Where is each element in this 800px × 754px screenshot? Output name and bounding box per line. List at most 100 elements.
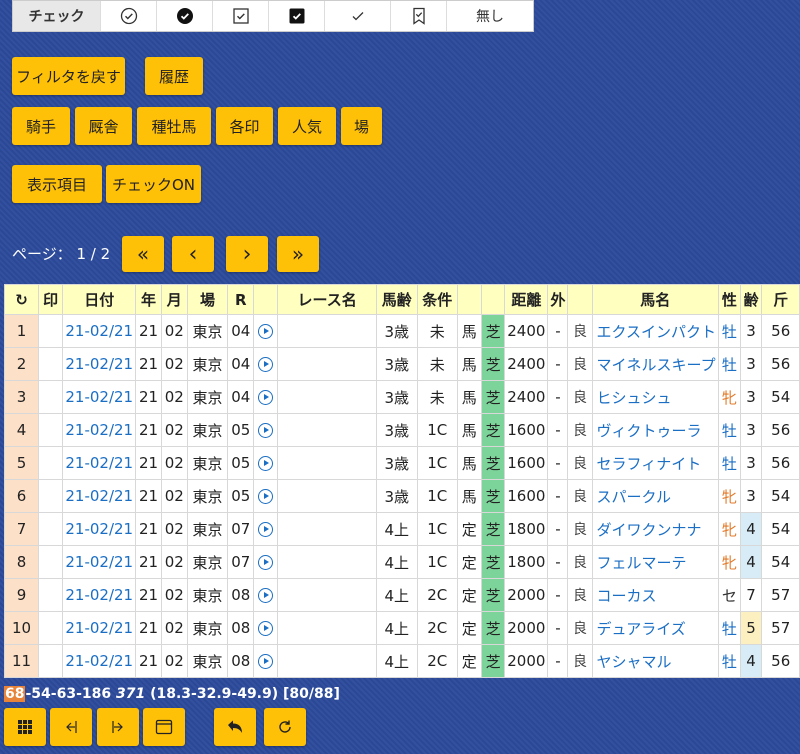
filled-square-check-icon[interactable]: [269, 1, 325, 31]
header-venue[interactable]: 場: [186, 284, 229, 315]
row-mark[interactable]: [38, 479, 64, 513]
row-date-link[interactable]: 21-02/21: [62, 578, 137, 612]
play-button[interactable]: [253, 611, 279, 645]
history-button[interactable]: 履歴: [145, 57, 203, 95]
check-filter-none[interactable]: 無し: [447, 1, 533, 31]
jockey-button[interactable]: 騎手: [12, 107, 70, 145]
row-date-link[interactable]: 21-02/21: [62, 446, 137, 480]
row-mark[interactable]: [38, 512, 64, 546]
header-mark[interactable]: 印: [38, 284, 64, 315]
row-date-link[interactable]: 21-02/21: [62, 611, 137, 645]
row-horse-link[interactable]: コーカス: [591, 578, 720, 612]
row-mark[interactable]: [38, 314, 64, 348]
play-button[interactable]: [253, 347, 279, 381]
row-mark[interactable]: [38, 413, 64, 447]
refresh-column-icon[interactable]: ↻: [4, 284, 40, 315]
play-button[interactable]: [253, 512, 279, 546]
table-row[interactable]: 6 21-02/21 21 02 東京 05 3歳 1C 馬芝 1600- 良スパークル牝 3 54: [4, 479, 800, 513]
check-on-button[interactable]: チェックON: [106, 165, 201, 203]
row-mark[interactable]: [38, 446, 64, 480]
row-horse-link[interactable]: エクスインパクト: [591, 314, 720, 348]
header-race[interactable]: R: [227, 284, 255, 315]
header-sex[interactable]: 性: [718, 284, 741, 315]
square-check-icon[interactable]: [213, 1, 269, 31]
table-row[interactable]: 8 21-02/21 21 02 東京 07 4上 1C 定芝 1800- 良フェルマーテ牝 4 54: [4, 545, 800, 579]
last-page-button[interactable]: »: [277, 236, 319, 272]
sire-button[interactable]: 種牡馬: [137, 107, 211, 145]
play-button[interactable]: [253, 446, 279, 480]
header-year[interactable]: 年: [135, 284, 162, 315]
row-mark[interactable]: [38, 611, 64, 645]
table-row[interactable]: 3 21-02/21 21 02 東京 04 3歳未馬芝 2400- 良ヒシュシュ牝 3 54: [4, 380, 800, 414]
row-horse-link[interactable]: ヤシャマル: [591, 644, 720, 678]
play-button[interactable]: [253, 545, 279, 579]
table-row[interactable]: 11 21-02/21 21 02 東京 08 4上 2C 定芝 2000- 良ヤシャマル牡 4 56: [4, 644, 800, 678]
table-row[interactable]: 5 21-02/21 21 02 東京 05 3歳 1C 馬芝 1600- 良セラフィナイト牡 3 56: [4, 446, 800, 480]
row-date-link[interactable]: 21-02/21: [62, 512, 137, 546]
display-items-button[interactable]: 表示項目: [12, 165, 102, 203]
header-weight[interactable]: 斤: [761, 284, 800, 315]
header-outer[interactable]: 外: [547, 284, 569, 315]
play-button[interactable]: [253, 314, 279, 348]
row-horse-link[interactable]: ヴィクトゥーラ: [591, 413, 720, 447]
row-date-link[interactable]: 21-02/21: [62, 314, 137, 348]
row-date-link[interactable]: 21-02/21: [62, 413, 137, 447]
play-button[interactable]: [253, 413, 279, 447]
row-date-link[interactable]: 21-02/21: [62, 644, 137, 678]
row-horse-link[interactable]: ダイワクンナナ: [591, 512, 720, 546]
header-month[interactable]: 月: [160, 284, 188, 315]
table-row[interactable]: 1 21-02/21 21 02 東京 04 3歳未馬芝 2400- 良エクスインパクト牡 3 56: [4, 314, 800, 348]
check-filter-label[interactable]: チェック: [13, 1, 101, 31]
play-button[interactable]: [253, 578, 279, 612]
venue-button[interactable]: 場: [341, 107, 382, 145]
back-button[interactable]: [214, 708, 256, 746]
play-button[interactable]: [253, 380, 279, 414]
header-date[interactable]: 日付: [62, 284, 137, 315]
header-age-condition[interactable]: 馬齢: [375, 284, 418, 315]
race-table-container[interactable]: ↻ 印 日付 年 月 場 R レース名 馬齢 条件 距離 外 馬名 性 齢 斤: [4, 284, 800, 678]
bookmark-check-icon[interactable]: [391, 1, 447, 31]
header-horse[interactable]: 馬名: [591, 284, 720, 315]
window-button[interactable]: [143, 708, 185, 746]
grid-button[interactable]: [4, 708, 46, 746]
row-date-link[interactable]: 21-02/21: [62, 347, 137, 381]
collapse-left-button[interactable]: [50, 708, 92, 746]
expand-right-button[interactable]: [97, 708, 139, 746]
row-horse-link[interactable]: フェルマーテ: [591, 545, 720, 579]
row-date-link[interactable]: 21-02/21: [62, 479, 137, 513]
row-horse-link[interactable]: スパークル: [591, 479, 720, 513]
header-age[interactable]: 齢: [739, 284, 763, 315]
prev-page-button[interactable]: ‹: [172, 236, 214, 272]
marks-button[interactable]: 各印: [216, 107, 273, 145]
row-horse-link[interactable]: セラフィナイト: [591, 446, 720, 480]
row-date-link[interactable]: 21-02/21: [62, 545, 137, 579]
table-row[interactable]: 2 21-02/21 21 02 東京 04 3歳未馬芝 2400- 良マイネルスキープ牡 3 56: [4, 347, 800, 381]
row-date-link[interactable]: 21-02/21: [62, 380, 137, 414]
row-horse-link[interactable]: ヒシュシュ: [591, 380, 720, 414]
play-button[interactable]: [253, 644, 279, 678]
header-distance[interactable]: 距離: [504, 284, 549, 315]
header-race-name[interactable]: レース名: [277, 284, 377, 315]
table-row[interactable]: 4 21-02/21 21 02 東京 05 3歳 1C 馬芝 1600- 良ヴィクトゥーラ牡 3 56: [4, 413, 800, 447]
row-mark[interactable]: [38, 347, 64, 381]
row-horse-link[interactable]: マイネルスキープ: [591, 347, 720, 381]
refresh-button[interactable]: [264, 708, 306, 746]
row-mark[interactable]: [38, 380, 64, 414]
header-condition[interactable]: 条件: [416, 284, 458, 315]
row-mark[interactable]: [38, 644, 64, 678]
row-mark[interactable]: [38, 578, 64, 612]
table-row[interactable]: 9 21-02/21 21 02 東京 08 4上 2C 定芝 2000- 良コーカスセ 7 57: [4, 578, 800, 612]
filled-circle-check-icon[interactable]: [157, 1, 213, 31]
table-row[interactable]: 7 21-02/21 21 02 東京 07 4上 1C 定芝 1800- 良ダイワクンナナ牝 4 54: [4, 512, 800, 546]
first-page-button[interactable]: «: [122, 236, 164, 272]
play-button[interactable]: [253, 479, 279, 513]
reset-filter-button[interactable]: フィルタを戻す: [12, 57, 125, 95]
next-page-button[interactable]: ›: [226, 236, 268, 272]
table-row[interactable]: 10 21-02/21 21 02 東京 08 4上 2C 定芝 2000- 良デュアライズ牡 5 57: [4, 611, 800, 645]
check-icon[interactable]: [325, 1, 391, 31]
stable-button[interactable]: 厩舎: [75, 107, 132, 145]
popularity-button[interactable]: 人気: [278, 107, 336, 145]
circle-check-icon[interactable]: [101, 1, 157, 31]
row-horse-link[interactable]: デュアライズ: [591, 611, 720, 645]
row-mark[interactable]: [38, 545, 64, 579]
